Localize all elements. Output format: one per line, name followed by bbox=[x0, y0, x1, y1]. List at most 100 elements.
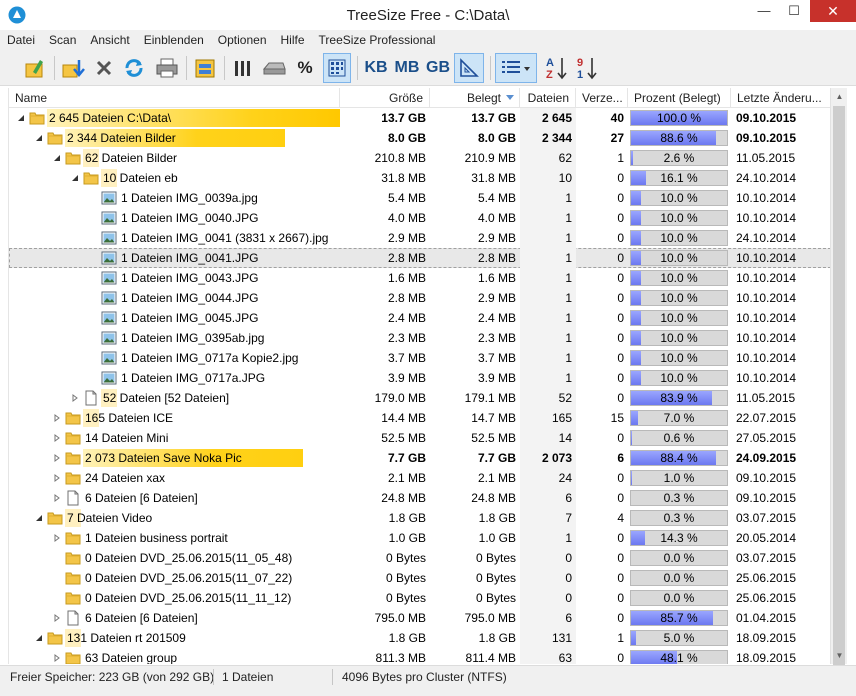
collapsed-triangle-icon[interactable] bbox=[53, 454, 61, 462]
tree-row[interactable]: 1 Dateien IMG_0395ab.jpg 2.3 MB 2.3 MB 1 0 10… bbox=[9, 328, 830, 348]
scroll-thumb[interactable] bbox=[833, 106, 845, 666]
maximize-button[interactable]: ☐ bbox=[780, 0, 808, 22]
tree-row[interactable]: 0 Dateien DVD_25.06.2015(11_05_48) 0 Byte… bbox=[9, 548, 830, 568]
scan-folder-button[interactable] bbox=[22, 53, 48, 83]
tree-row[interactable]: 1 Dateien IMG_0041 (3831 x 2667).jpg 2.9 … bbox=[9, 228, 830, 248]
bar-view-button[interactable] bbox=[230, 53, 256, 83]
menu-treesize-professional[interactable]: TreeSize Professional bbox=[312, 31, 443, 50]
mb-unit-button[interactable]: MB bbox=[392, 53, 422, 83]
tree-name-cell[interactable]: 1 Dateien IMG_0040.JPG bbox=[9, 208, 340, 228]
collapsed-triangle-icon[interactable] bbox=[71, 394, 79, 402]
tree-row[interactable]: 131 Dateien rt 201509 1.8 GB 1.8 GB 131 1 5.0… bbox=[9, 628, 830, 648]
column-header-alloc[interactable]: Belegt bbox=[430, 88, 520, 108]
sort-size-button[interactable]: 91 bbox=[573, 53, 599, 83]
tree-name-cell[interactable]: 6 Dateien [6 Dateien] bbox=[9, 488, 340, 508]
menu-einblenden[interactable]: Einblenden bbox=[137, 31, 211, 50]
tree-name-cell[interactable]: 2 344 Dateien Bilder bbox=[9, 128, 340, 148]
print-button[interactable] bbox=[154, 53, 180, 83]
tree-row[interactable]: 52 Dateien [52 Dateien] 179.0 MB 179.1 MB 5… bbox=[9, 388, 830, 408]
tree-row[interactable]: 1 Dateien IMG_0039a.jpg 5.4 MB 5.4 MB 1 0 10.… bbox=[9, 188, 830, 208]
tree-name-cell[interactable]: 1 Dateien IMG_0041 (3831 x 2667).jpg bbox=[9, 228, 340, 248]
tree-row[interactable]: 1 Dateien business portrait 1.0 GB 1.0 GB 1… bbox=[9, 528, 830, 548]
export-button[interactable] bbox=[192, 53, 218, 83]
tree-name-cell[interactable]: 1 Dateien IMG_0043.JPG bbox=[9, 268, 340, 288]
collapsed-triangle-icon[interactable] bbox=[53, 654, 61, 662]
scroll-down-arrow-icon[interactable]: ▼ bbox=[831, 647, 848, 664]
tree-name-cell[interactable]: 1 Dateien IMG_0395ab.jpg bbox=[9, 328, 340, 348]
tree-name-cell[interactable]: 1 Dateien IMG_0041.JPG bbox=[9, 248, 340, 268]
tree-row[interactable]: 0 Dateien DVD_25.06.2015(11_07_22) 0 Byte… bbox=[9, 568, 830, 588]
expanded-triangle-icon[interactable] bbox=[35, 634, 43, 642]
menu-scan[interactable]: Scan bbox=[42, 31, 83, 50]
tree-row[interactable]: 6 Dateien [6 Dateien] 795.0 MB 795.0 MB 6 0 8… bbox=[9, 608, 830, 628]
percent-view-button[interactable]: % bbox=[294, 53, 316, 83]
tree-row[interactable]: 1 Dateien IMG_0041.JPG 2.8 MB 2.8 MB 1 0 10.0… bbox=[9, 248, 830, 268]
tree-name-cell[interactable]: 62 Dateien Bilder bbox=[9, 148, 340, 168]
expanded-triangle-icon[interactable] bbox=[35, 514, 43, 522]
menu-datei[interactable]: Datei bbox=[0, 31, 42, 50]
column-header-size[interactable]: Größe bbox=[340, 88, 430, 108]
tree-row[interactable]: 0 Dateien DVD_25.06.2015(11_11_12) 0 Byte… bbox=[9, 588, 830, 608]
sort-name-button[interactable]: AZ bbox=[543, 53, 569, 83]
auto-unit-button[interactable] bbox=[454, 53, 484, 83]
collapsed-triangle-icon[interactable] bbox=[53, 414, 61, 422]
expanded-triangle-icon[interactable] bbox=[53, 154, 61, 162]
tree-name-cell[interactable]: 63 Dateien group bbox=[9, 648, 340, 664]
tree-name-cell[interactable]: 7 Dateien Video bbox=[9, 508, 340, 528]
column-header-files[interactable]: Dateien bbox=[520, 88, 576, 108]
tree-row[interactable]: 63 Dateien group 811.3 MB 811.4 MB 63 0 48.1 … bbox=[9, 648, 830, 664]
tree-name-cell[interactable]: 1 Dateien IMG_0039a.jpg bbox=[9, 188, 340, 208]
column-header-folders[interactable]: Verze... bbox=[576, 88, 628, 108]
vertical-scrollbar[interactable]: ▲ ▼ bbox=[830, 88, 848, 666]
tree-name-cell[interactable]: 0 Dateien DVD_25.06.2015(11_11_12) bbox=[9, 588, 340, 608]
expanded-triangle-icon[interactable] bbox=[17, 114, 25, 122]
tree-name-cell[interactable]: 0 Dateien DVD_25.06.2015(11_07_22) bbox=[9, 568, 340, 588]
tree-row[interactable]: 1 Dateien IMG_0717a Kopie2.jpg 3.7 MB 3.7 … bbox=[9, 348, 830, 368]
close-button[interactable]: ✕ bbox=[810, 0, 856, 22]
column-header-name[interactable]: Name bbox=[9, 88, 340, 108]
cancel-scan-button[interactable] bbox=[92, 53, 116, 83]
tree-row[interactable]: 62 Dateien Bilder 210.8 MB 210.9 MB 62 1 2.6 … bbox=[9, 148, 830, 168]
tree-row[interactable]: 1 Dateien IMG_0040.JPG 4.0 MB 4.0 MB 1 0 10.0… bbox=[9, 208, 830, 228]
collapsed-triangle-icon[interactable] bbox=[53, 494, 61, 502]
tree-name-cell[interactable]: 6 Dateien [6 Dateien] bbox=[9, 608, 340, 628]
refresh-button[interactable] bbox=[122, 53, 146, 83]
tree-row[interactable]: 10 Dateien eb 31.8 MB 31.8 MB 10 0 16.1 % 24.1… bbox=[9, 168, 830, 188]
tree-name-cell[interactable]: 10 Dateien eb bbox=[9, 168, 340, 188]
tree-name-cell[interactable]: 14 Dateien Mini bbox=[9, 428, 340, 448]
grid-view-button[interactable] bbox=[323, 53, 351, 83]
drive-view-button[interactable] bbox=[260, 53, 288, 83]
collapsed-triangle-icon[interactable] bbox=[53, 434, 61, 442]
scroll-up-arrow-icon[interactable]: ▲ bbox=[831, 88, 848, 105]
tree-row[interactable]: 6 Dateien [6 Dateien] 24.8 MB 24.8 MB 6 0 0.3… bbox=[9, 488, 830, 508]
tree-row[interactable]: 1 Dateien IMG_0043.JPG 1.6 MB 1.6 MB 1 0 10.0… bbox=[9, 268, 830, 288]
expanded-triangle-icon[interactable] bbox=[71, 174, 79, 182]
tree-name-cell[interactable]: 1 Dateien business portrait bbox=[9, 528, 340, 548]
column-header-percent[interactable]: Prozent (Belegt) bbox=[628, 88, 731, 108]
menu-optionen[interactable]: Optionen bbox=[211, 31, 274, 50]
tree-row[interactable]: 24 Dateien xax 2.1 MB 2.1 MB 24 0 1.0 % 09.10.… bbox=[9, 468, 830, 488]
tree-name-cell[interactable]: 131 Dateien rt 201509 bbox=[9, 628, 340, 648]
tree-name-cell[interactable]: 2 073 Dateien Save Noka Pic bbox=[9, 448, 340, 468]
tree-name-cell[interactable]: 2 645 Dateien C:\Data\ bbox=[9, 108, 340, 128]
collapsed-triangle-icon[interactable] bbox=[53, 534, 61, 542]
tree-name-cell[interactable]: 1 Dateien IMG_0045.JPG bbox=[9, 308, 340, 328]
tree-row[interactable]: 1 Dateien IMG_0717a.JPG 3.9 MB 3.9 MB 1 0 10.… bbox=[9, 368, 830, 388]
tree-row[interactable]: 2 645 Dateien C:\Data\ 13.7 GB 13.7 GB 2 64… bbox=[9, 108, 830, 128]
column-header-modified[interactable]: Letzte Änderu... bbox=[731, 88, 830, 108]
go-up-button[interactable] bbox=[60, 53, 86, 83]
tree-row[interactable]: 14 Dateien Mini 52.5 MB 52.5 MB 14 0 0.6 % 27.… bbox=[9, 428, 830, 448]
kb-unit-button[interactable]: KB bbox=[362, 53, 390, 83]
gb-unit-button[interactable]: GB bbox=[424, 53, 452, 83]
tree-row[interactable]: 2 073 Dateien Save Noka Pic 7.7 GB 7.7 GB 2… bbox=[9, 448, 830, 468]
tree-row[interactable]: 1 Dateien IMG_0045.JPG 2.4 MB 2.4 MB 1 0 10.0… bbox=[9, 308, 830, 328]
tree-name-cell[interactable]: 1 Dateien IMG_0044.JPG bbox=[9, 288, 340, 308]
tree-row[interactable]: 165 Dateien ICE 14.4 MB 14.7 MB 165 15 7.0 % 2… bbox=[9, 408, 830, 428]
tree-row[interactable]: 7 Dateien Video 1.8 GB 1.8 GB 7 4 0.3 % 03.07.… bbox=[9, 508, 830, 528]
menu-ansicht[interactable]: Ansicht bbox=[83, 31, 136, 50]
folder-tree-grid[interactable]: Name Größe Belegt Dateien Verze... Proze… bbox=[8, 88, 830, 664]
collapsed-triangle-icon[interactable] bbox=[53, 474, 61, 482]
tree-name-cell[interactable]: 165 Dateien ICE bbox=[9, 408, 340, 428]
menu-hilfe[interactable]: Hilfe bbox=[274, 31, 312, 50]
tree-name-cell[interactable]: 1 Dateien IMG_0717a Kopie2.jpg bbox=[9, 348, 340, 368]
